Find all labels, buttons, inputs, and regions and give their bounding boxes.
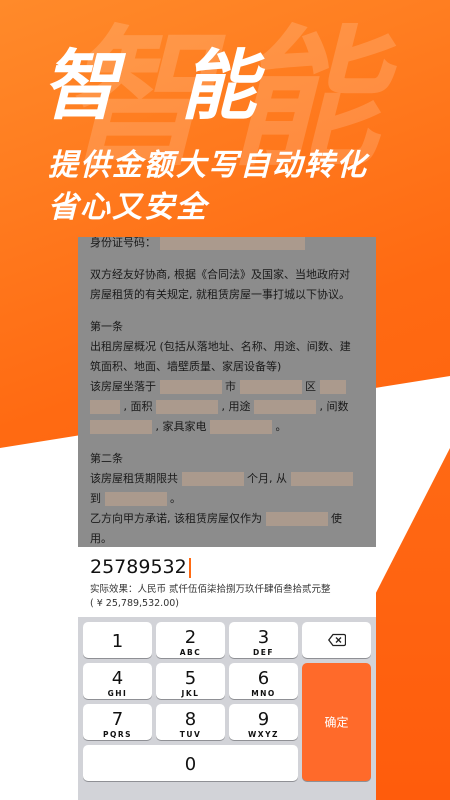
key-1[interactable]: 1 [83, 622, 152, 658]
key-8[interactable]: 8 TUV [156, 704, 225, 740]
backspace-icon [327, 633, 346, 647]
key-2[interactable]: 2 ABC [156, 622, 225, 658]
city-label: 市 [225, 380, 236, 393]
amount-input-panel: 25789532 实际效果：人民币 贰仟伍佰柒拾捌万玖仟肆佰叁拾贰元整 ( ¥ … [78, 547, 376, 617]
key-6[interactable]: 6 MNO [229, 663, 298, 699]
article-1-line-2: 筑面积、地面、墙壁质量、家居设备等) [90, 360, 282, 373]
period-2: 。 [170, 492, 181, 505]
to-label: 到 [90, 492, 101, 505]
key-4[interactable]: 4 GHI [83, 663, 152, 699]
term-label: 该房屋租赁期限共 [90, 472, 178, 485]
key-3[interactable]: 3 DEF [229, 622, 298, 658]
furniture-label: , 家具家电 [155, 420, 207, 433]
intro-line-2: 房屋租赁的有关规定, 就租赁房屋一事打城以下协议。 [90, 288, 350, 301]
rooms-label: , 间数 [319, 400, 349, 413]
id-label: 身份证号码： [90, 237, 156, 249]
intro-line-1: 双方经友好协商, 根据《合同法》及国家、当地政府对 [90, 268, 350, 281]
city-field[interactable] [239, 380, 302, 394]
text-caret [188, 557, 191, 578]
usage-label: , 用途 [221, 400, 251, 413]
key-7[interactable]: 7 PQRS [83, 704, 152, 740]
key-0[interactable]: 0 [83, 745, 298, 781]
start-date-field[interactable] [290, 472, 353, 486]
promo-subtitle-2: 省心又安全 [48, 190, 208, 225]
amount-input[interactable]: 25789532 [90, 553, 364, 581]
area-label: , 面积 [123, 400, 153, 413]
article-1-line-1: 出租房屋概况 (包括从落地址、名称、用途、间数、建 [90, 340, 351, 353]
location-field[interactable] [159, 380, 222, 394]
address-field[interactable] [90, 400, 120, 414]
location-label: 该房屋坐落于 [90, 380, 156, 393]
term-field[interactable] [181, 472, 244, 486]
amount-value: 25789532 [90, 556, 187, 578]
usage-field[interactable] [254, 400, 316, 414]
purpose-field[interactable] [265, 512, 328, 526]
contract-document: 身份证号码： 双方经友好协商, 根据《合同法》及国家、当地政府对 房屋租赁的有关… [78, 237, 376, 547]
purpose-label: 乙方向甲方承诺, 该租赁房屋仅作为 [90, 512, 262, 525]
article-2-line-4: 用。 [90, 532, 112, 545]
end-date-field[interactable] [104, 492, 167, 506]
promo-headline: 智 能 [42, 41, 275, 130]
numeric-keyboard: 1 2 ABC 3 DEF 4 GHI 5 JKL 6 MNO 确定 7 PQR… [78, 617, 376, 800]
article-1-title: 第一条 [90, 320, 123, 333]
amount-formatted: ( ¥ 25,789,532.00) [90, 598, 179, 609]
months-label: 个月, 从 [247, 472, 287, 485]
phone-screen: 身份证号码： 双方经友好协商, 根据《合同法》及国家、当地政府对 房屋租赁的有关… [78, 237, 376, 800]
rooms-field[interactable] [90, 420, 152, 434]
amount-in-words: 实际效果：人民币 贰仟伍佰柒拾捌万玖仟肆佰叁拾贰元整 [90, 584, 331, 595]
district-field[interactable] [319, 380, 346, 394]
area-field[interactable] [156, 400, 218, 414]
promo-subtitle-1: 提供金额大写自动转化 [48, 148, 368, 183]
article-2-title: 第二条 [90, 452, 123, 465]
key-5[interactable]: 5 JKL [156, 663, 225, 699]
id-number-field[interactable] [159, 237, 305, 250]
period-1: 。 [275, 420, 287, 433]
delete-key[interactable] [302, 622, 371, 658]
use-label: 使 [331, 512, 342, 525]
confirm-button[interactable]: 确定 [302, 663, 371, 781]
district-label: 区 [305, 380, 316, 393]
key-9[interactable]: 9 WXYZ [229, 704, 298, 740]
furniture-field[interactable] [210, 420, 272, 434]
